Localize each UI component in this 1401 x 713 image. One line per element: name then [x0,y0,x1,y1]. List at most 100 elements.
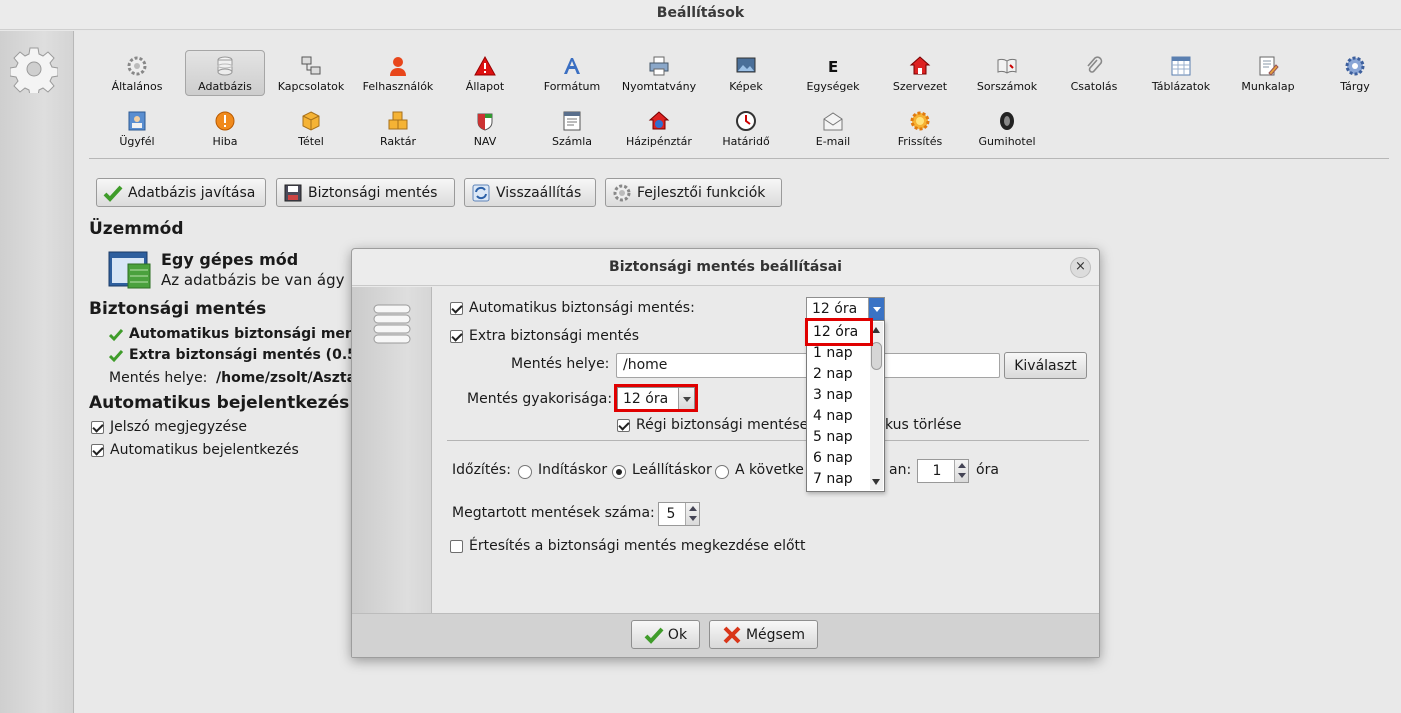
auto-login-heading: Automatikus bejelentkezés [89,393,350,413]
category-gumihotel[interactable]: Gumihotel [967,106,1047,152]
mode-title: Egy gépes mód [161,250,299,269]
ok-button[interactable]: Ok [631,620,700,649]
category-label: Határidő [722,135,770,148]
category-hiba[interactable]: Hiba [185,106,265,152]
cancel-button[interactable]: Mégsem [709,620,818,649]
spinner-arrows-icon[interactable] [685,503,699,525]
category-allapot[interactable]: Állapot [445,51,525,97]
dropdown-scrollbar[interactable] [870,322,883,490]
notify-before-backup-checkbox[interactable] [450,540,463,553]
backup-button[interactable]: Biztonsági mentés [276,178,455,207]
timing-on-stop-radio[interactable] [612,465,626,479]
kept-backups-spinner[interactable]: 5 [658,502,700,526]
dropdown-option-6-nap[interactable]: 6 nap [808,448,870,469]
close-icon [723,626,741,643]
remember-password-checkbox[interactable] [91,421,104,434]
category-label: Gumihotel [978,135,1036,148]
dropdown-option-3-nap[interactable]: 3 nap [808,385,870,406]
auto-backup-label: Automatikus biztonsági mentés: [469,300,695,316]
check-icon [644,627,664,644]
paperclip-icon [1087,56,1103,73]
repair-database-button[interactable]: Adatbázis javítása [96,178,266,207]
timing-hours-spinner[interactable]: 1 [917,459,969,483]
dropdown-option-2-nap[interactable]: 2 nap [808,364,870,385]
book-icon [997,58,1017,74]
delete-old-backups-label-suffix: kus törlése [885,417,962,433]
category-sorszamok[interactable]: Sorszámok [967,51,1047,97]
svg-text:E: E [828,58,838,76]
auto-login-checkbox[interactable] [91,444,104,457]
category-label: NAV [473,135,497,148]
printer-icon [649,56,669,76]
client-card-icon [128,111,146,131]
delete-old-backups-checkbox[interactable] [617,419,630,432]
letter-e-icon: E [828,58,838,76]
extra-backup-label: Extra biztonsági mentés [469,328,640,344]
auto-backup-checkbox[interactable] [450,302,463,315]
backup-location-label: Mentés helye: [109,370,208,386]
category-hatarido[interactable]: Határidő [706,106,786,152]
category-tetel[interactable]: Tétel [271,106,351,152]
spinner-value: 5 [666,506,676,522]
scroll-up-icon[interactable] [872,327,880,333]
window-title: Beállítások [0,0,1401,30]
database-icon [217,56,233,76]
timing-next-radio[interactable] [715,465,729,479]
category-kapcsolatok[interactable]: Kapcsolatok [271,51,351,97]
category-label: Általános [111,80,163,93]
category-nyomtatvany[interactable]: Nyomtatvány [619,51,699,97]
category-szervezet[interactable]: Szervezet [880,51,960,97]
backup-extra-status: Extra biztonsági mentés (0.5 r [129,347,369,363]
tire-icon [1000,112,1014,130]
category-formatum[interactable]: Formátum [532,51,612,97]
dropdown-option-7-nap[interactable]: 7 nap [808,469,870,490]
timing-next-label: A követke [735,462,804,478]
category-label: Nyomtatvány [621,80,697,93]
check-icon [109,350,123,363]
frequency-highlight [614,384,698,412]
spinner-arrows-icon[interactable] [954,460,968,482]
gear-icon [613,184,631,201]
timing-on-start-radio[interactable] [518,465,532,479]
category-munkalap[interactable]: Munkalap [1228,51,1308,97]
scroll-down-icon[interactable] [872,479,880,485]
spinner-value: 1 [932,463,942,479]
dropdown-option-5-nap[interactable]: 5 nap [808,427,870,448]
restore-button[interactable]: Visszaállítás [464,178,596,207]
single-machine-icon [108,251,151,289]
category-csatolas[interactable]: Csatolás [1054,51,1134,97]
extra-backup-checkbox[interactable] [450,330,463,343]
scroll-thumb[interactable] [871,342,882,370]
category-label: Munkalap [1241,80,1295,93]
category-email[interactable]: E-mail [793,106,873,152]
category-adatbazis[interactable]: Adatbázis [185,50,265,96]
close-icon[interactable]: × [1070,257,1091,278]
category-szamla[interactable]: Számla [532,106,612,152]
category-egysegek[interactable]: E Egységek [793,51,873,97]
category-label: Formátum [543,80,601,93]
format-icon [564,58,580,74]
choose-location-button[interactable]: Kiválaszt [1004,352,1087,379]
backup-settings-dialog: Biztonsági mentés beállításai × [351,248,1100,658]
category-kepek[interactable]: Képek [706,51,786,97]
category-ugyfel[interactable]: Ügyfél [97,106,177,152]
category-raktar[interactable]: Raktár [358,106,438,152]
dropdown-option-4-nap[interactable]: 4 nap [808,406,870,427]
backup-heading: Biztonsági mentés [89,299,267,319]
developer-functions-button[interactable]: Fejlesztői funkciók [605,178,782,207]
dropdown-option-1-nap[interactable]: 1 nap [808,343,870,364]
category-targy[interactable]: Tárgy [1315,51,1395,97]
category-altalanos[interactable]: Általános [97,51,177,97]
category-tablazatok[interactable]: Táblázatok [1141,51,1221,97]
category-label: Csatolás [1070,80,1118,93]
category-felhasznalok[interactable]: Felhasználók [358,51,438,97]
cash-house-icon [648,111,670,130]
timing-on-start-label: Indításkor [538,462,608,478]
chevron-down-icon[interactable] [868,298,884,320]
dialog-title: Biztonsági mentés beállításai [352,249,1099,286]
category-label: Táblázatok [1151,80,1211,93]
category-hazipenztar[interactable]: Házipénztár [619,106,699,152]
category-frissites[interactable]: Frissítés [880,106,960,152]
category-nav[interactable]: NAV [445,106,525,152]
dialog-sidebar [352,287,432,613]
